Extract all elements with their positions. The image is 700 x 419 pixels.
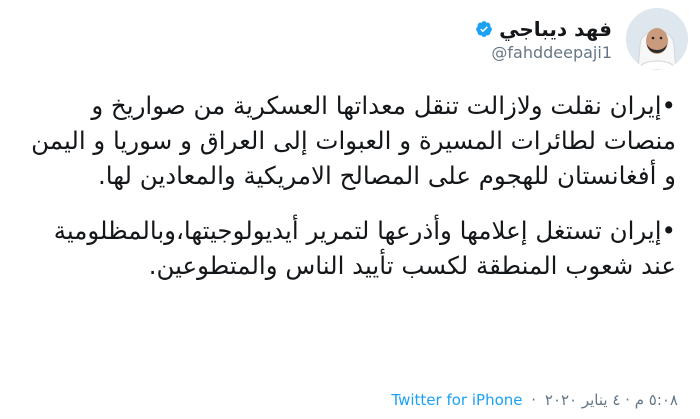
tweet-paragraph: •إيران نقلت ولازالت تنقل معداتها العسكري…: [31, 91, 676, 190]
display-name-row: فهد ديباجي: [475, 17, 612, 41]
tweet-paragraph: •إيران تستغل إعلامها وأذرعها لتمرير أيدي…: [53, 216, 676, 280]
profile-photo-icon: [626, 8, 688, 70]
display-name[interactable]: فهد ديباجي: [499, 17, 612, 41]
footer-separator: ·: [531, 391, 537, 409]
user-info: فهد ديباجي @fahddeepaji1: [475, 17, 612, 62]
tweet-card: فهد ديباجي @fahddeepaji1 •إيران نقلت ولا…: [0, 0, 700, 419]
tweet-text: •إيران نقلت ولازالت تنقل معداتها العسكري…: [18, 88, 676, 283]
verified-badge-icon: [475, 20, 493, 38]
avatar[interactable]: [626, 8, 688, 70]
tweet-header: فهد ديباجي @fahddeepaji1: [12, 8, 688, 70]
tweet-timestamp[interactable]: ٥:٠٨ م · ٤ يناير ٢٠٢٠: [545, 391, 678, 409]
client-link[interactable]: Twitter for iPhone: [391, 391, 522, 409]
tweet-footer: ٥:٠٨ م · ٤ يناير ٢٠٢٠ · Twitter for iPho…: [18, 391, 678, 409]
username[interactable]: @fahddeepaji1: [475, 43, 612, 62]
